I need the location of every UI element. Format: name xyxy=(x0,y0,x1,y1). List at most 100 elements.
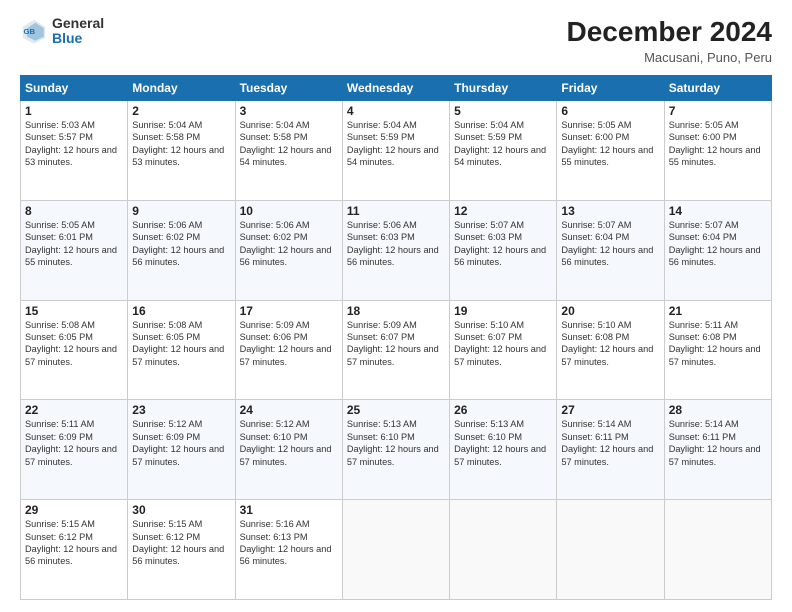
calendar-cell: 19Sunrise: 5:10 AMSunset: 6:07 PMDayligh… xyxy=(450,300,557,400)
cell-content: Sunrise: 5:06 AMSunset: 6:02 PMDaylight:… xyxy=(240,219,338,269)
calendar-cell: 10Sunrise: 5:06 AMSunset: 6:02 PMDayligh… xyxy=(235,200,342,300)
cell-content: Sunrise: 5:05 AMSunset: 6:00 PMDaylight:… xyxy=(561,119,659,169)
calendar-cell: 28Sunrise: 5:14 AMSunset: 6:11 PMDayligh… xyxy=(664,400,771,500)
calendar-cell: 16Sunrise: 5:08 AMSunset: 6:05 PMDayligh… xyxy=(128,300,235,400)
cell-content: Sunrise: 5:03 AMSunset: 5:57 PMDaylight:… xyxy=(25,119,123,169)
logo-line2: Blue xyxy=(52,31,104,46)
day-number: 13 xyxy=(561,204,659,218)
day-number: 20 xyxy=(561,304,659,318)
day-number: 24 xyxy=(240,403,338,417)
cell-content: Sunrise: 5:06 AMSunset: 6:02 PMDaylight:… xyxy=(132,219,230,269)
calendar-cell: 24Sunrise: 5:12 AMSunset: 6:10 PMDayligh… xyxy=(235,400,342,500)
day-number: 27 xyxy=(561,403,659,417)
cell-content: Sunrise: 5:06 AMSunset: 6:03 PMDaylight:… xyxy=(347,219,445,269)
cell-content: Sunrise: 5:13 AMSunset: 6:10 PMDaylight:… xyxy=(347,418,445,468)
calendar-cell: 9Sunrise: 5:06 AMSunset: 6:02 PMDaylight… xyxy=(128,200,235,300)
day-number: 5 xyxy=(454,104,552,118)
day-number: 9 xyxy=(132,204,230,218)
calendar-cell: 7Sunrise: 5:05 AMSunset: 6:00 PMDaylight… xyxy=(664,101,771,201)
calendar-week-row: 8Sunrise: 5:05 AMSunset: 6:01 PMDaylight… xyxy=(21,200,772,300)
calendar-cell: 11Sunrise: 5:06 AMSunset: 6:03 PMDayligh… xyxy=(342,200,449,300)
location-subtitle: Macusani, Puno, Peru xyxy=(567,50,772,65)
weekday-header-cell: Monday xyxy=(128,76,235,101)
cell-content: Sunrise: 5:07 AMSunset: 6:04 PMDaylight:… xyxy=(561,219,659,269)
weekday-header-cell: Sunday xyxy=(21,76,128,101)
weekday-header-cell: Wednesday xyxy=(342,76,449,101)
calendar-cell: 13Sunrise: 5:07 AMSunset: 6:04 PMDayligh… xyxy=(557,200,664,300)
day-number: 25 xyxy=(347,403,445,417)
cell-content: Sunrise: 5:14 AMSunset: 6:11 PMDaylight:… xyxy=(561,418,659,468)
calendar-cell: 12Sunrise: 5:07 AMSunset: 6:03 PMDayligh… xyxy=(450,200,557,300)
cell-content: Sunrise: 5:15 AMSunset: 6:12 PMDaylight:… xyxy=(132,518,230,568)
day-number: 14 xyxy=(669,204,767,218)
svg-text:GB: GB xyxy=(24,27,36,36)
cell-content: Sunrise: 5:14 AMSunset: 6:11 PMDaylight:… xyxy=(669,418,767,468)
cell-content: Sunrise: 5:12 AMSunset: 6:09 PMDaylight:… xyxy=(132,418,230,468)
calendar-cell: 2Sunrise: 5:04 AMSunset: 5:58 PMDaylight… xyxy=(128,101,235,201)
day-number: 18 xyxy=(347,304,445,318)
cell-content: Sunrise: 5:09 AMSunset: 6:06 PMDaylight:… xyxy=(240,319,338,369)
calendar-cell: 25Sunrise: 5:13 AMSunset: 6:10 PMDayligh… xyxy=(342,400,449,500)
cell-content: Sunrise: 5:07 AMSunset: 6:04 PMDaylight:… xyxy=(669,219,767,269)
title-block: December 2024 Macusani, Puno, Peru xyxy=(567,16,772,65)
calendar-cell: 29Sunrise: 5:15 AMSunset: 6:12 PMDayligh… xyxy=(21,500,128,600)
day-number: 15 xyxy=(25,304,123,318)
day-number: 11 xyxy=(347,204,445,218)
cell-content: Sunrise: 5:11 AMSunset: 6:09 PMDaylight:… xyxy=(25,418,123,468)
calendar-table: SundayMondayTuesdayWednesdayThursdayFrid… xyxy=(20,75,772,600)
main-title: December 2024 xyxy=(567,16,772,48)
cell-content: Sunrise: 5:10 AMSunset: 6:08 PMDaylight:… xyxy=(561,319,659,369)
day-number: 26 xyxy=(454,403,552,417)
cell-content: Sunrise: 5:05 AMSunset: 6:01 PMDaylight:… xyxy=(25,219,123,269)
cell-content: Sunrise: 5:15 AMSunset: 6:12 PMDaylight:… xyxy=(25,518,123,568)
calendar-cell: 6Sunrise: 5:05 AMSunset: 6:00 PMDaylight… xyxy=(557,101,664,201)
day-number: 10 xyxy=(240,204,338,218)
cell-content: Sunrise: 5:13 AMSunset: 6:10 PMDaylight:… xyxy=(454,418,552,468)
calendar-cell: 31Sunrise: 5:16 AMSunset: 6:13 PMDayligh… xyxy=(235,500,342,600)
weekday-header-cell: Tuesday xyxy=(235,76,342,101)
calendar-cell xyxy=(342,500,449,600)
calendar-cell xyxy=(664,500,771,600)
weekday-header-cell: Friday xyxy=(557,76,664,101)
day-number: 3 xyxy=(240,104,338,118)
calendar-week-row: 1Sunrise: 5:03 AMSunset: 5:57 PMDaylight… xyxy=(21,101,772,201)
cell-content: Sunrise: 5:07 AMSunset: 6:03 PMDaylight:… xyxy=(454,219,552,269)
day-number: 17 xyxy=(240,304,338,318)
logo-line1: General xyxy=(52,16,104,31)
weekday-header-cell: Thursday xyxy=(450,76,557,101)
day-number: 6 xyxy=(561,104,659,118)
day-number: 29 xyxy=(25,503,123,517)
calendar-cell: 8Sunrise: 5:05 AMSunset: 6:01 PMDaylight… xyxy=(21,200,128,300)
weekday-header-cell: Saturday xyxy=(664,76,771,101)
calendar-body: 1Sunrise: 5:03 AMSunset: 5:57 PMDaylight… xyxy=(21,101,772,600)
day-number: 30 xyxy=(132,503,230,517)
calendar-page: GB General Blue December 2024 Macusani, … xyxy=(0,0,792,612)
calendar-cell: 26Sunrise: 5:13 AMSunset: 6:10 PMDayligh… xyxy=(450,400,557,500)
cell-content: Sunrise: 5:04 AMSunset: 5:59 PMDaylight:… xyxy=(454,119,552,169)
day-number: 1 xyxy=(25,104,123,118)
calendar-cell: 15Sunrise: 5:08 AMSunset: 6:05 PMDayligh… xyxy=(21,300,128,400)
cell-content: Sunrise: 5:10 AMSunset: 6:07 PMDaylight:… xyxy=(454,319,552,369)
calendar-cell: 27Sunrise: 5:14 AMSunset: 6:11 PMDayligh… xyxy=(557,400,664,500)
day-number: 8 xyxy=(25,204,123,218)
cell-content: Sunrise: 5:04 AMSunset: 5:58 PMDaylight:… xyxy=(132,119,230,169)
calendar-cell: 20Sunrise: 5:10 AMSunset: 6:08 PMDayligh… xyxy=(557,300,664,400)
cell-content: Sunrise: 5:08 AMSunset: 6:05 PMDaylight:… xyxy=(132,319,230,369)
logo-icon: GB xyxy=(20,17,48,45)
day-number: 12 xyxy=(454,204,552,218)
calendar-cell: 14Sunrise: 5:07 AMSunset: 6:04 PMDayligh… xyxy=(664,200,771,300)
day-number: 22 xyxy=(25,403,123,417)
logo-text: General Blue xyxy=(52,16,104,47)
calendar-cell xyxy=(450,500,557,600)
cell-content: Sunrise: 5:11 AMSunset: 6:08 PMDaylight:… xyxy=(669,319,767,369)
logo: GB General Blue xyxy=(20,16,104,47)
page-header: GB General Blue December 2024 Macusani, … xyxy=(20,16,772,65)
cell-content: Sunrise: 5:08 AMSunset: 6:05 PMDaylight:… xyxy=(25,319,123,369)
calendar-week-row: 22Sunrise: 5:11 AMSunset: 6:09 PMDayligh… xyxy=(21,400,772,500)
calendar-week-row: 15Sunrise: 5:08 AMSunset: 6:05 PMDayligh… xyxy=(21,300,772,400)
day-number: 4 xyxy=(347,104,445,118)
cell-content: Sunrise: 5:05 AMSunset: 6:00 PMDaylight:… xyxy=(669,119,767,169)
day-number: 31 xyxy=(240,503,338,517)
calendar-cell: 21Sunrise: 5:11 AMSunset: 6:08 PMDayligh… xyxy=(664,300,771,400)
calendar-cell: 17Sunrise: 5:09 AMSunset: 6:06 PMDayligh… xyxy=(235,300,342,400)
